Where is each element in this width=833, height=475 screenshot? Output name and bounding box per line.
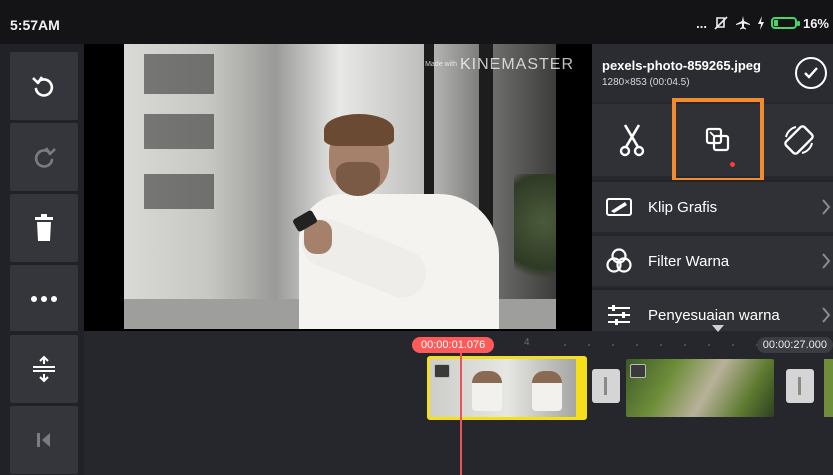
charging-icon bbox=[757, 16, 764, 30]
end-time-badge: 00:00:27.000 bbox=[756, 337, 833, 353]
color-adjust-icon bbox=[608, 305, 630, 325]
timeline[interactable]: 00:00:01.076 4 00:00:27.000 bbox=[84, 325, 833, 475]
rotate-button[interactable] bbox=[764, 104, 833, 176]
expand-icon bbox=[33, 355, 55, 383]
menu-filter-warna[interactable]: Filter Warna bbox=[592, 234, 833, 286]
transition-button[interactable] bbox=[786, 369, 814, 403]
undo-button[interactable] bbox=[10, 52, 78, 120]
rotate-icon bbox=[783, 125, 814, 155]
timeline-toolbar bbox=[0, 331, 84, 475]
image-clip-icon bbox=[434, 364, 450, 378]
image-clip-icon bbox=[630, 364, 646, 378]
file-meta: 1280×853 (00:04.5) bbox=[602, 77, 690, 88]
file-name: pexels-photo-859265.jpeg bbox=[602, 58, 761, 73]
scissors-icon bbox=[619, 124, 645, 157]
split-button[interactable] bbox=[592, 104, 672, 176]
panel-header: pexels-photo-859265.jpeg 1280×853 (00:04… bbox=[592, 44, 833, 102]
redo-icon bbox=[34, 147, 56, 168]
clip-options-panel: pexels-photo-859265.jpeg 1280×853 (00:04… bbox=[592, 44, 833, 340]
more-notifications-icon: ... bbox=[696, 15, 707, 31]
quick-tools bbox=[592, 98, 833, 182]
more-button[interactable] bbox=[10, 265, 78, 333]
chevron-right-icon bbox=[822, 199, 831, 215]
battery-percent: 16% bbox=[802, 15, 829, 31]
timeline-clip[interactable] bbox=[626, 359, 774, 417]
check-icon bbox=[804, 67, 818, 79]
selection-dot bbox=[730, 162, 735, 167]
menu-klip-grafis[interactable]: Klip Grafis bbox=[592, 180, 833, 232]
chevron-right-icon bbox=[822, 253, 831, 269]
video-preview[interactable]: Made with KINEMASTER bbox=[84, 44, 592, 331]
position-marker bbox=[712, 325, 724, 332]
redo-button[interactable] bbox=[10, 123, 78, 191]
more-icon bbox=[31, 296, 57, 302]
expand-timeline-button[interactable] bbox=[10, 335, 78, 403]
mute-icon bbox=[714, 16, 728, 30]
color-filter-icon bbox=[606, 248, 632, 273]
skip-start-icon bbox=[37, 433, 50, 447]
crop-icon bbox=[705, 127, 730, 152]
watermark: Made with KINEMASTER bbox=[425, 56, 574, 73]
clip-graphics-icon bbox=[606, 198, 632, 216]
battery-icon bbox=[770, 17, 800, 29]
go-to-start-button[interactable] bbox=[10, 406, 78, 474]
ruler-tick-label: 4 bbox=[524, 337, 530, 348]
timeline-clip-selected[interactable] bbox=[427, 356, 587, 420]
status-icons: ... 16% bbox=[696, 15, 829, 31]
timeline-clip[interactable] bbox=[824, 359, 833, 417]
undo-icon bbox=[32, 76, 54, 97]
timeline-ruler: 00:00:01.076 4 00:00:27.000 bbox=[84, 331, 833, 353]
current-time-badge: 00:00:01.076 bbox=[412, 337, 495, 353]
airplane-mode-icon bbox=[735, 16, 750, 30]
status-time: 5:57AM bbox=[10, 17, 60, 33]
clip-trim-handle[interactable] bbox=[576, 359, 584, 417]
trash-icon bbox=[35, 214, 53, 241]
chevron-right-icon bbox=[822, 307, 831, 323]
preview-image bbox=[124, 44, 556, 329]
playhead[interactable] bbox=[460, 353, 462, 475]
transition-button[interactable] bbox=[592, 369, 620, 403]
done-button[interactable] bbox=[795, 57, 827, 89]
status-bar: 5:57AM ... 16% bbox=[0, 0, 833, 44]
crop-button[interactable] bbox=[672, 98, 764, 182]
delete-button[interactable] bbox=[10, 194, 78, 262]
